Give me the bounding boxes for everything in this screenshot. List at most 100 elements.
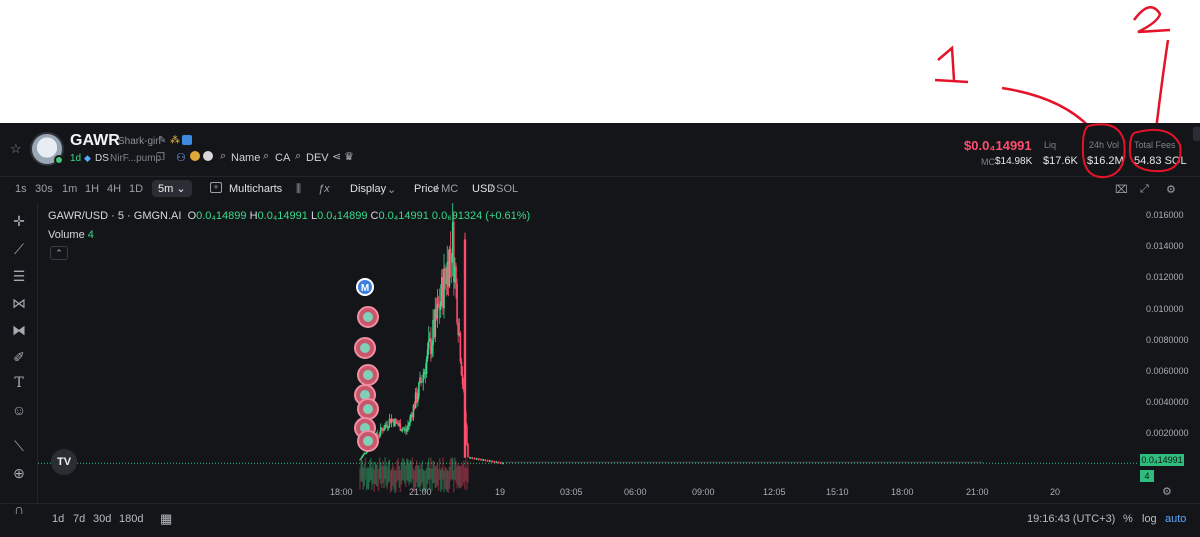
candle-body (455, 266, 457, 284)
x-tick-label: 03:05 (560, 487, 583, 497)
tf-1m[interactable]: 1m (62, 183, 77, 195)
tail-candle (478, 458, 480, 461)
price-axis[interactable]: 0.016000 0.014000 0.012000 0.010000 0.008000… (1138, 203, 1200, 493)
tail-candle (489, 460, 491, 463)
tf-30s[interactable]: 30s (35, 183, 53, 195)
candle-body (421, 381, 423, 383)
range-180d[interactable]: 180d (119, 513, 143, 525)
x-tick-label: 19 (495, 487, 506, 497)
fullscreen-icon[interactable]: ⤢ (1140, 183, 1149, 196)
tf-1s[interactable]: 1s (15, 183, 27, 195)
tail-candle (484, 459, 487, 462)
collapse-legend-button[interactable]: ⌃ (50, 246, 68, 260)
emoji-icon[interactable]: ☺ (9, 400, 29, 420)
y-tick-label: 0.0080000 (1146, 334, 1189, 345)
candle-body (364, 452, 367, 454)
sol-toggle-label: SOL (496, 183, 519, 195)
candle-body (406, 429, 408, 432)
clock-time[interactable]: 19:16:43 (UTC+3) (1027, 513, 1115, 525)
tail-candle (491, 460, 493, 463)
zoom-icon[interactable]: ⊕ (9, 463, 29, 483)
calendar-icon[interactable]: ▦ (160, 511, 172, 527)
candle-body (383, 429, 385, 432)
brush-icon[interactable]: ✐ (9, 347, 29, 367)
tf-active[interactable]: 5m ⌄ (152, 180, 192, 197)
pattern-icon[interactable]: ⋈ (9, 293, 29, 313)
text-icon[interactable]: T (9, 373, 29, 393)
crosshair-icon[interactable]: ✛ (9, 211, 29, 231)
candle-body (417, 396, 419, 402)
price-badge: 0.0₄14991 (1140, 454, 1184, 466)
candle-body (418, 382, 420, 397)
candle-body (459, 333, 462, 362)
tf-4h[interactable]: 4H (107, 183, 121, 195)
candles-icon[interactable]: ⫼ (296, 183, 301, 196)
candle-body (460, 361, 463, 375)
annotation-circle-fees (1128, 129, 1182, 173)
y-tick-label: 0.010000 (1146, 303, 1184, 314)
multicharts-button[interactable]: Multicharts (229, 183, 282, 195)
y-tick-label: 0.0040000 (1146, 397, 1189, 408)
candle-body (409, 416, 411, 423)
candle-body (467, 444, 469, 458)
y-tick-label: 0.012000 (1146, 272, 1184, 283)
annotation-circle-vol (1081, 123, 1126, 179)
candle-body (361, 456, 363, 458)
trade-marker-avatar (363, 404, 373, 414)
trading-app: ☆ GAWR Shark-girl ✎ ⁂ 1d ◆ DS NirF...pum… (0, 123, 1200, 537)
annotation-arrow-two (1154, 39, 1170, 131)
percent-toggle[interactable]: % (1123, 513, 1133, 525)
candle-body (399, 423, 402, 431)
time-axis[interactable]: 18:00 21:00 19 03:05 06:00 09:00 12:05 15:10 18:… (38, 483, 1138, 501)
legend-l-value: 0.0₄14899 (317, 210, 368, 222)
candle-body (381, 427, 383, 430)
fx-icon[interactable]: ƒx (318, 183, 330, 195)
candle-body (437, 303, 440, 307)
candle-body (362, 454, 365, 457)
candle-body (396, 421, 398, 425)
settings-gear-icon[interactable]: ⚙ (1166, 183, 1176, 196)
ruler-icon[interactable]: ⟍ (9, 436, 29, 456)
candle-body (457, 323, 459, 336)
y-tick-label: 0.0020000 (1146, 428, 1189, 439)
axis-settings-icon[interactable]: ⚙ (1162, 485, 1172, 498)
range-1d[interactable]: 1d (52, 513, 64, 525)
auto-toggle[interactable]: auto (1165, 513, 1186, 525)
candle-body (386, 424, 389, 428)
price-chart[interactable]: M (38, 203, 1138, 493)
chart-legend: GAWR/USD · 5 · GMGN.AI O0.0₄14899 H0.0₄1… (48, 210, 530, 222)
tf-1h[interactable]: 1H (85, 183, 99, 195)
mc-toggle[interactable]: / MC (435, 183, 458, 195)
tradingview-logo[interactable]: TV (51, 449, 77, 475)
tail-candle (482, 458, 484, 461)
volume-legend: Volume 4 (48, 229, 94, 241)
candle-body (439, 301, 442, 310)
tail-candle (486, 459, 489, 462)
measure-lines-icon[interactable]: ⧓ (9, 320, 29, 340)
x-tick-label: 18:00 (891, 487, 914, 497)
log-toggle[interactable]: log (1142, 513, 1157, 525)
sol-toggle[interactable]: / SOL (490, 183, 518, 195)
x-tick-label: 20 (1050, 487, 1061, 497)
candle-body (444, 268, 446, 279)
chart-toolbar: 1s 30s 1m 1H 4H 1D 5m ⌄ + Multicharts ⫼ … (0, 177, 1200, 203)
range-30d[interactable]: 30d (93, 513, 111, 525)
camera-icon[interactable]: ⌧ (1115, 183, 1128, 196)
candle-body (407, 425, 409, 430)
tail-candle (469, 456, 471, 459)
trendline-icon[interactable]: ⟋ (9, 239, 29, 259)
tail-candle (473, 457, 476, 460)
display-button[interactable]: Display (350, 183, 386, 195)
hlines-icon[interactable]: ☰ (9, 266, 29, 286)
range-7d[interactable]: 7d (73, 513, 85, 525)
trade-marker-avatar (360, 343, 370, 353)
annotation-one-line (934, 78, 969, 84)
tail-candle (502, 462, 504, 465)
display-chevron-icon: ⌄ (387, 184, 397, 196)
x-tick-label: 15:10 (826, 487, 849, 497)
x-tick-label: 21:00 (409, 487, 432, 497)
legend-pair: GAWR/USD · 5 · GMGN.AI (48, 210, 182, 222)
plus-box-icon[interactable]: + (210, 182, 222, 193)
tf-1d[interactable]: 1D (129, 183, 143, 195)
candle-body (427, 340, 430, 350)
